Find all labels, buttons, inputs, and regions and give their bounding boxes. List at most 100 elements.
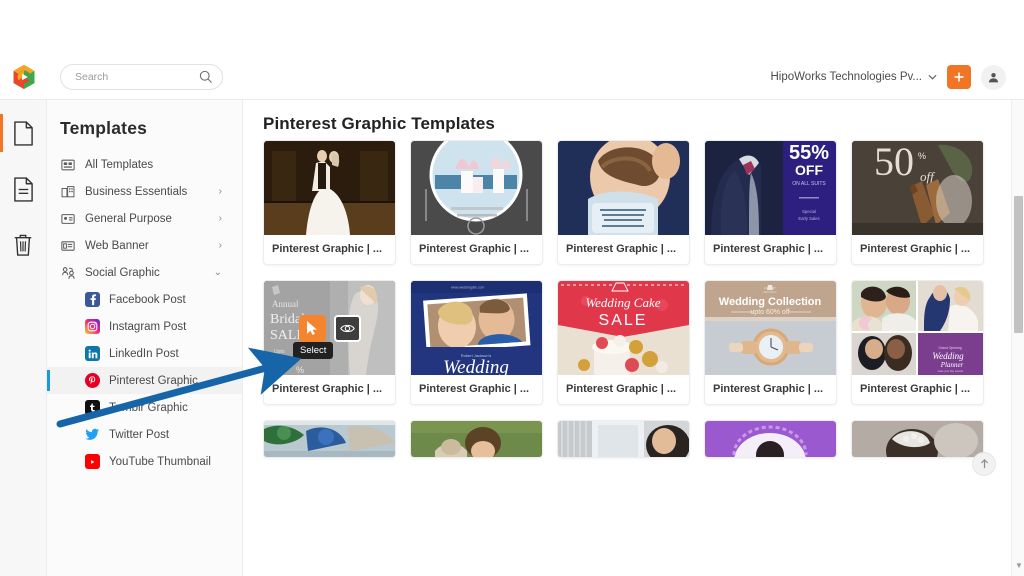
template-thumbnail xyxy=(558,421,689,457)
sidebar-item-tumblr-graphic[interactable]: Tumblr Graphic xyxy=(47,394,242,421)
grid-templates-icon xyxy=(61,158,77,172)
svg-text:Planner: Planner xyxy=(940,361,964,369)
app-logo-hexagon-icon xyxy=(12,64,36,90)
template-thumbnail xyxy=(264,141,395,235)
template-card-label: Pinterest Graphic | ... xyxy=(705,375,836,404)
template-card[interactable]: Wedding Cake SALE Pinterest Graphic | ..… xyxy=(557,280,690,405)
template-card-label: Pinterest Graphic | ... xyxy=(852,375,983,404)
template-thumbnail xyxy=(264,421,395,457)
organization-selector[interactable]: HipoWorks Technologies Pv... xyxy=(771,71,938,83)
pinterest-icon xyxy=(85,373,100,388)
template-card[interactable]: LUXURY WEDDINGS Wedding Collection upto … xyxy=(704,280,837,405)
sidebar-item-social-graphic[interactable]: Social Graphic ⌄ xyxy=(47,259,242,286)
banner-icon xyxy=(61,239,77,253)
template-card[interactable]: Pinterest Graphic | ... xyxy=(557,140,690,265)
page-file-icon xyxy=(13,121,34,146)
card-id-icon xyxy=(61,212,77,226)
svg-text:Wedding Collection: Wedding Collection xyxy=(719,296,822,308)
svg-text:Grand Opening: Grand Opening xyxy=(938,346,961,350)
sidebar-item-linkedin-post[interactable]: LinkedIn Post xyxy=(47,340,242,367)
preview-template-button[interactable] xyxy=(334,315,361,342)
template-thumbnail xyxy=(411,141,542,235)
icon-rail xyxy=(0,100,47,576)
template-card-label: Pinterest Graphic | ... xyxy=(558,375,689,404)
user-avatar-icon xyxy=(987,71,1000,84)
rail-item-trash[interactable] xyxy=(0,226,47,264)
select-template-button[interactable] xyxy=(299,315,326,342)
scrollbar-thumb[interactable] xyxy=(1014,196,1023,333)
template-card-label: Pinterest Graphic | ... xyxy=(411,375,542,404)
app-root: HipoWorks Technologies Pv... xyxy=(0,0,1024,576)
template-card[interactable]: 55% OFF ON ALL SUITS Special Early Sales… xyxy=(704,140,837,265)
template-card[interactable]: www.weddingsite.com Robert Jackson's xyxy=(410,280,543,405)
template-card-label: Pinterest Graphic | ... xyxy=(558,235,689,264)
sidebar-item-instagram-post[interactable]: Instagram Post xyxy=(47,313,242,340)
svg-text:LUXURY: LUXURY xyxy=(764,286,776,290)
sidebar-subitem-label: Pinterest Graphic xyxy=(109,375,198,387)
building-icon xyxy=(61,185,77,199)
svg-text:50: 50 xyxy=(874,141,914,184)
sidebar-item-business-essentials[interactable]: Business Essentials › xyxy=(47,178,242,205)
template-card[interactable]: Pinterest Graphic | ... xyxy=(410,140,543,265)
template-thumbnail xyxy=(852,421,983,457)
sidebar-subitem-label: Twitter Post xyxy=(109,429,169,441)
template-card[interactable]: Pinterest Graphic | ... xyxy=(410,420,543,458)
template-card-label: Pinterest Graphic | ... xyxy=(264,235,395,264)
template-thumbnail xyxy=(411,421,542,457)
template-card[interactable]: 50 % off Pinterest Graphic | ... xyxy=(851,140,984,265)
templates-grid: Pinterest Graphic | ... xyxy=(263,140,1003,473)
template-thumbnail: Annual Bridal SALE Upto 80 % xyxy=(264,281,395,375)
rail-item-pages[interactable] xyxy=(0,114,47,152)
svg-text:upto 60% off: upto 60% off xyxy=(750,309,789,316)
add-new-button[interactable] xyxy=(947,65,971,89)
sidebar-item-twitter-post[interactable]: Twitter Post xyxy=(47,421,242,448)
svg-text:make your day special: make your day special xyxy=(937,369,963,373)
template-card[interactable]: Pinterest Graphic | ... xyxy=(263,420,396,458)
social-share-icon xyxy=(61,266,77,280)
trash-bin-icon xyxy=(12,233,34,257)
svg-text:55%: 55% xyxy=(789,142,829,164)
chevron-right-icon: › xyxy=(219,213,222,224)
search-icon[interactable] xyxy=(199,70,213,84)
sidebar-item-label: All Templates xyxy=(85,159,153,171)
svg-text:Wedding: Wedding xyxy=(443,357,509,375)
template-thumbnail: www.weddingsite.com Robert Jackson's xyxy=(411,281,542,375)
svg-text:ON ALL SUITS: ON ALL SUITS xyxy=(792,181,826,187)
chevron-right-icon: › xyxy=(219,186,222,197)
template-card-label: Pinterest Graphic | ... xyxy=(264,375,395,404)
document-lines-icon xyxy=(13,177,34,202)
svg-text:OFF: OFF xyxy=(795,162,823,178)
search-box[interactable] xyxy=(60,64,223,90)
topbar-right-group: HipoWorks Technologies Pv... xyxy=(771,65,1024,90)
template-card[interactable]: Pinterest Graphic | ... xyxy=(851,420,984,458)
sidebar-item-all-templates[interactable]: All Templates xyxy=(47,151,242,178)
svg-text:Early Sales: Early Sales xyxy=(798,216,819,221)
select-tooltip: Select xyxy=(293,342,333,359)
template-card[interactable]: Grand Opening Wedding Planner make your … xyxy=(851,280,984,405)
sidebar-item-web-banner[interactable]: Web Banner › xyxy=(47,232,242,259)
tumblr-icon xyxy=(85,400,100,415)
twitter-icon xyxy=(85,427,100,442)
svg-text:www.weddingsite.com: www.weddingsite.com xyxy=(451,286,485,290)
template-card[interactable]: Pinterest Graphic | ... xyxy=(557,420,690,458)
rail-item-documents[interactable] xyxy=(0,170,47,208)
template-thumbnail: Wedding Cake SALE xyxy=(558,281,689,375)
account-button[interactable] xyxy=(981,65,1006,90)
svg-text:%: % xyxy=(918,151,926,161)
template-card[interactable]: Annual Bridal SALE Upto 80 % xyxy=(263,280,396,405)
caret-down-icon[interactable]: ▼ xyxy=(1015,561,1023,570)
sidebar-item-youtube-thumbnail[interactable]: YouTube Thumbnail xyxy=(47,448,242,475)
linkedin-icon xyxy=(85,346,100,361)
template-card[interactable]: Pinterest Graphic | ... xyxy=(263,140,396,265)
main-content: Pinterest Graphic Templates xyxy=(243,100,1024,576)
vertical-scrollbar[interactable]: ▼ xyxy=(1011,100,1024,576)
template-card[interactable]: Pinterest Graphic | ... xyxy=(704,420,837,458)
sidebar-item-general-purpose[interactable]: General Purpose › xyxy=(47,205,242,232)
template-thumbnail: LUXURY WEDDINGS Wedding Collection upto … xyxy=(705,281,836,375)
sidebar-item-facebook-post[interactable]: Facebook Post xyxy=(47,286,242,313)
scroll-to-top-button[interactable] xyxy=(972,452,996,476)
app-logo[interactable] xyxy=(0,64,47,90)
svg-text:Special: Special xyxy=(802,209,816,214)
sidebar-item-pinterest-graphic[interactable]: Pinterest Graphic xyxy=(47,367,242,394)
search-input[interactable] xyxy=(61,66,189,88)
